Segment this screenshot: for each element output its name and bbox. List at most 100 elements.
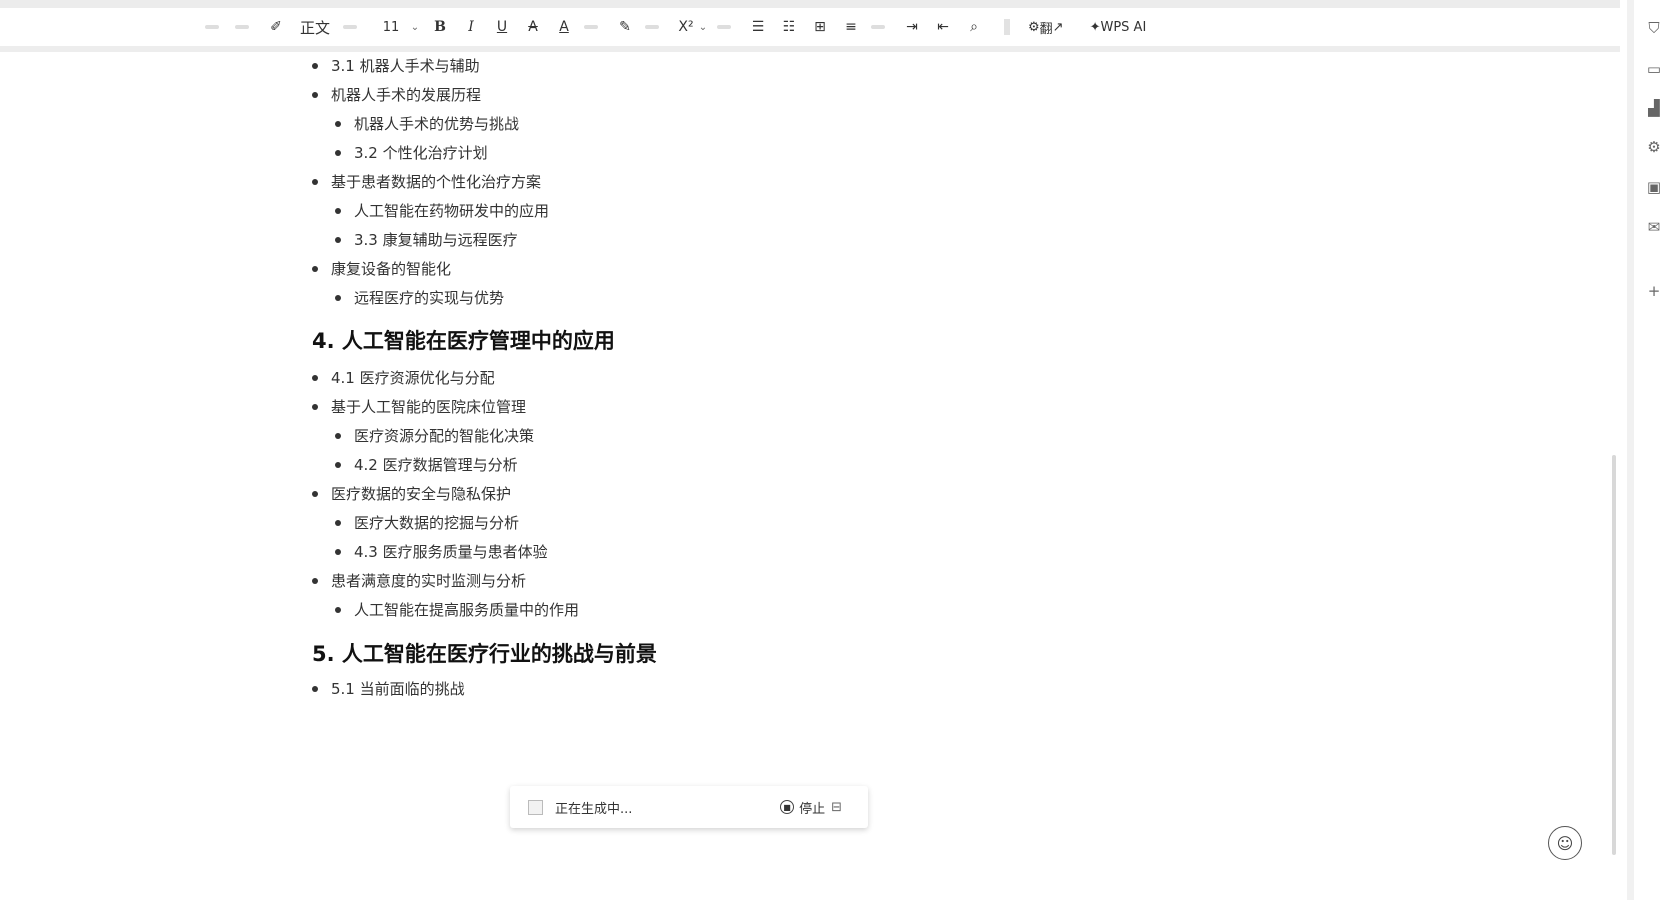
outline-item-text: 医疗数据的安全与隐私保护 xyxy=(331,485,512,503)
outline-item: 医疗资源分配的智能化决策 xyxy=(335,425,534,446)
stop-icon: ■ xyxy=(780,800,795,814)
align-dropdown[interactable] xyxy=(871,25,885,29)
outline-item: 5.1 当前面临的挑战 xyxy=(312,678,465,699)
outline-item-text: 基于人工智能的医院床位管理 xyxy=(331,398,527,416)
outline-item: 3.3 康复辅助与远程医疗 xyxy=(335,229,518,250)
outline-item: 基于患者数据的个性化治疗方案 xyxy=(312,171,541,192)
outline-item-text: 3.2 个性化治疗计划 xyxy=(354,144,488,162)
window-top-strip xyxy=(0,0,1620,8)
bullet-icon xyxy=(335,207,341,214)
numbered-list-icon[interactable]: ☷ xyxy=(778,13,800,41)
outline-item-text: 机器人手术的发展历程 xyxy=(331,86,482,104)
outline-item-text: 医疗资源分配的智能化决策 xyxy=(354,427,535,445)
bullet-icon xyxy=(312,577,318,584)
bullet-icon xyxy=(312,62,318,69)
assistant-avatar-icon[interactable]: ☺ xyxy=(1548,826,1582,860)
outline-item-text: 4.1 医疗资源优化与分配 xyxy=(331,369,495,387)
wps-ai-button[interactable]: ✦ WPS AI xyxy=(1086,13,1151,41)
bullet-icon xyxy=(335,149,341,156)
outline-item: 人工智能在提高服务质量中的作用 xyxy=(335,599,579,620)
generation-status-bar: 正在生成中... ■ 停止 ⊟ xyxy=(510,786,868,828)
font-color-dropdown[interactable] xyxy=(584,25,598,29)
indent-increase-icon[interactable]: ⇥ xyxy=(901,13,923,41)
bullet-icon xyxy=(312,265,318,272)
font-color-button[interactable]: A xyxy=(553,13,575,41)
bullet-icon xyxy=(312,685,318,692)
formatting-toolbar: ✐ 正文 11 ⌄ B I U A A ✎ X² ⌄ ☰ ☷ ⊞ ≡ ⇥ ⇤ ⌕… xyxy=(0,8,1620,52)
ai-tool-button[interactable]: ⚙ 翻 ↗ xyxy=(1024,13,1068,41)
bullet-icon xyxy=(312,91,318,98)
chevron-down-icon[interactable]: ⌄ xyxy=(410,13,420,41)
stop-generation-button[interactable]: ■ 停止 ⊟ xyxy=(780,798,842,817)
italic-button[interactable]: I xyxy=(460,13,482,41)
stop-label: 停止 xyxy=(799,801,826,817)
bullet-list-icon[interactable]: ☰ xyxy=(747,13,769,41)
highlight-dropdown[interactable] xyxy=(645,25,659,29)
bullet-icon xyxy=(335,548,341,555)
align-left-icon[interactable]: ≡ xyxy=(840,13,862,41)
outline-item-text: 4.3 医疗服务质量与患者体验 xyxy=(354,543,548,561)
strikethrough-button[interactable]: A xyxy=(522,13,544,41)
underline-button[interactable]: U xyxy=(491,13,513,41)
toolbar-divider xyxy=(1004,19,1010,35)
outline-item-text: 3.1 机器人手术与辅助 xyxy=(331,57,480,75)
bullet-icon xyxy=(335,120,341,127)
bullet-icon xyxy=(312,403,318,410)
bullet-icon xyxy=(335,461,341,468)
bullet-icon xyxy=(312,374,318,381)
outline-item: 医疗大数据的挖掘与分析 xyxy=(335,512,519,533)
ai-tool-label: 翻 xyxy=(1039,21,1053,37)
outline-item: 3.2 个性化治疗计划 xyxy=(335,142,488,163)
outline-item: 康复设备的智能化 xyxy=(312,258,451,279)
outline-item: 3.1 机器人手术与辅助 xyxy=(312,55,480,76)
chevron-down-icon[interactable]: ⌄ xyxy=(698,13,708,41)
bold-button[interactable]: B xyxy=(429,13,451,41)
bullet-icon xyxy=(335,606,341,613)
bullet-icon xyxy=(312,490,318,497)
search-icon[interactable]: ⌕ xyxy=(963,13,985,41)
font-size-select[interactable]: 11 xyxy=(373,13,409,41)
chart-icon[interactable]: ▟ xyxy=(1643,97,1665,119)
outline-item: 医疗数据的安全与隐私保护 xyxy=(312,483,511,504)
outline-item-text: 康复设备的智能化 xyxy=(331,260,452,278)
generation-status-text: 正在生成中... xyxy=(555,801,633,817)
bullet-icon xyxy=(312,178,318,185)
outline-item-text: 人工智能在提高服务质量中的作用 xyxy=(354,601,580,619)
superscript-icon[interactable]: X² xyxy=(675,13,697,41)
toolbar-placeholder[interactable] xyxy=(717,25,731,29)
settings-icon[interactable]: ⚙ xyxy=(1643,136,1665,158)
bullet-icon xyxy=(335,294,341,301)
wps-ai-label: WPS AI xyxy=(1100,19,1147,35)
indent-decrease-icon[interactable]: ⇤ xyxy=(932,13,954,41)
format-painter-icon[interactable]: ✐ xyxy=(265,13,287,41)
outline-item-text: 远程医疗的实现与优势 xyxy=(354,289,505,307)
comment-icon[interactable]: ✉ xyxy=(1643,216,1665,238)
outline-item-text: 4.2 医疗数据管理与分析 xyxy=(354,456,518,474)
highlight-icon[interactable]: ✎ xyxy=(614,13,636,41)
vertical-scrollbar[interactable] xyxy=(1612,455,1616,855)
generation-checkbox[interactable] xyxy=(528,799,543,815)
outline-item-text: 3.3 康复辅助与远程医疗 xyxy=(354,231,518,249)
heading-section-5: 5. 人工智能在医疗行业的挑战与前景 xyxy=(312,642,657,666)
right-sidebar: ⛉ ▭ ▟ ⚙ ▣ ✉ + xyxy=(1627,0,1668,900)
bullet-icon xyxy=(335,519,341,526)
shield-icon[interactable]: ⛉ xyxy=(1643,17,1665,39)
font-family-select[interactable] xyxy=(343,25,357,29)
heading-section-4: 4. 人工智能在医疗管理中的应用 xyxy=(312,329,615,353)
toolbar-placeholder[interactable] xyxy=(235,25,249,29)
image-icon[interactable]: ▣ xyxy=(1643,176,1665,198)
table-icon[interactable]: ⊞ xyxy=(809,13,831,41)
outline-item: 人工智能在药物研发中的应用 xyxy=(335,200,549,221)
bullet-icon xyxy=(335,236,341,243)
outline-item: 4.2 医疗数据管理与分析 xyxy=(335,454,518,475)
toolbar-placeholder[interactable] xyxy=(205,25,219,29)
paragraph-style-select[interactable]: 正文 xyxy=(296,13,334,41)
outline-item-text: 人工智能在药物研发中的应用 xyxy=(354,202,550,220)
outline-item: 机器人手术的发展历程 xyxy=(312,84,481,105)
outline-item: 基于人工智能的医院床位管理 xyxy=(312,396,526,417)
outline-item: 4.1 医疗资源优化与分配 xyxy=(312,367,495,388)
folder-icon[interactable]: ▭ xyxy=(1643,58,1665,80)
bullet-icon xyxy=(335,432,341,439)
outline-item-text: 患者满意度的实时监测与分析 xyxy=(331,572,527,590)
add-icon[interactable]: + xyxy=(1643,280,1665,302)
